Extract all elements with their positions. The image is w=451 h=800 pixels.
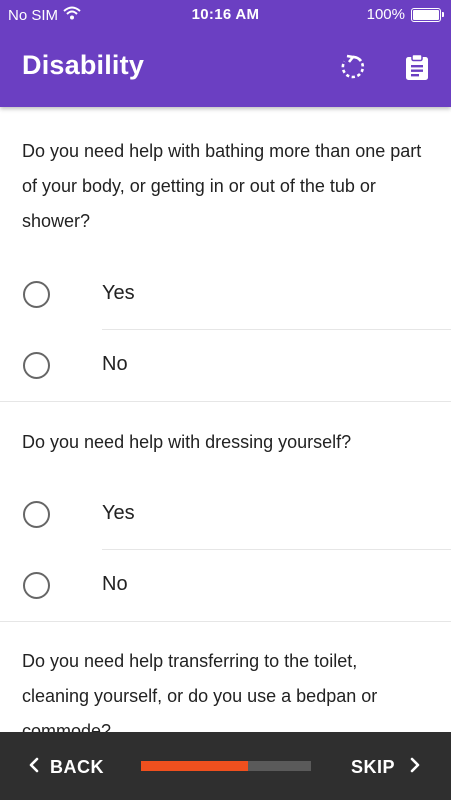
skip-button[interactable]: SKIP <box>351 756 421 779</box>
radio-button[interactable] <box>23 572 50 599</box>
radio-button[interactable] <box>23 352 50 379</box>
option-no[interactable]: No <box>0 330 451 401</box>
option-yes[interactable]: Yes <box>0 259 451 330</box>
option-label: Yes <box>102 502 135 524</box>
option-label: Yes <box>102 282 135 304</box>
question-text: Do you need help transferring to the toi… <box>22 651 378 732</box>
question-text: Do you need help with dressing yourself? <box>22 432 352 452</box>
option-no[interactable]: No <box>0 550 451 621</box>
radio-button[interactable] <box>23 501 50 528</box>
option-label: No <box>102 353 128 375</box>
bottom-navigation: BACK SKIP <box>0 732 451 800</box>
clipboard-icon[interactable] <box>403 53 431 81</box>
progress-bar <box>141 761 311 771</box>
reset-icon[interactable] <box>339 53 367 81</box>
battery-percent: 100% <box>366 6 405 23</box>
chevron-left-icon <box>28 756 40 779</box>
radio-button[interactable] <box>23 281 50 308</box>
chevron-right-icon <box>409 756 421 779</box>
back-button[interactable]: BACK <box>28 756 104 779</box>
question-list: Do you need help with bathing more than … <box>0 107 451 732</box>
battery-icon <box>411 7 444 22</box>
option-yes[interactable]: Yes <box>0 479 451 550</box>
status-right: 100% <box>366 6 444 23</box>
skip-label: SKIP <box>350 757 395 777</box>
question-text: Do you need help with bathing more than … <box>22 141 422 231</box>
back-label: BACK <box>50 757 104 777</box>
status-bar: No SIM 10:16 AM 100% <box>0 0 451 30</box>
app-header: No SIM 10:16 AM 100% Disability <box>0 0 451 107</box>
progress-fill <box>141 761 249 771</box>
page-title: Disability <box>22 50 145 80</box>
option-label: No <box>102 573 128 595</box>
